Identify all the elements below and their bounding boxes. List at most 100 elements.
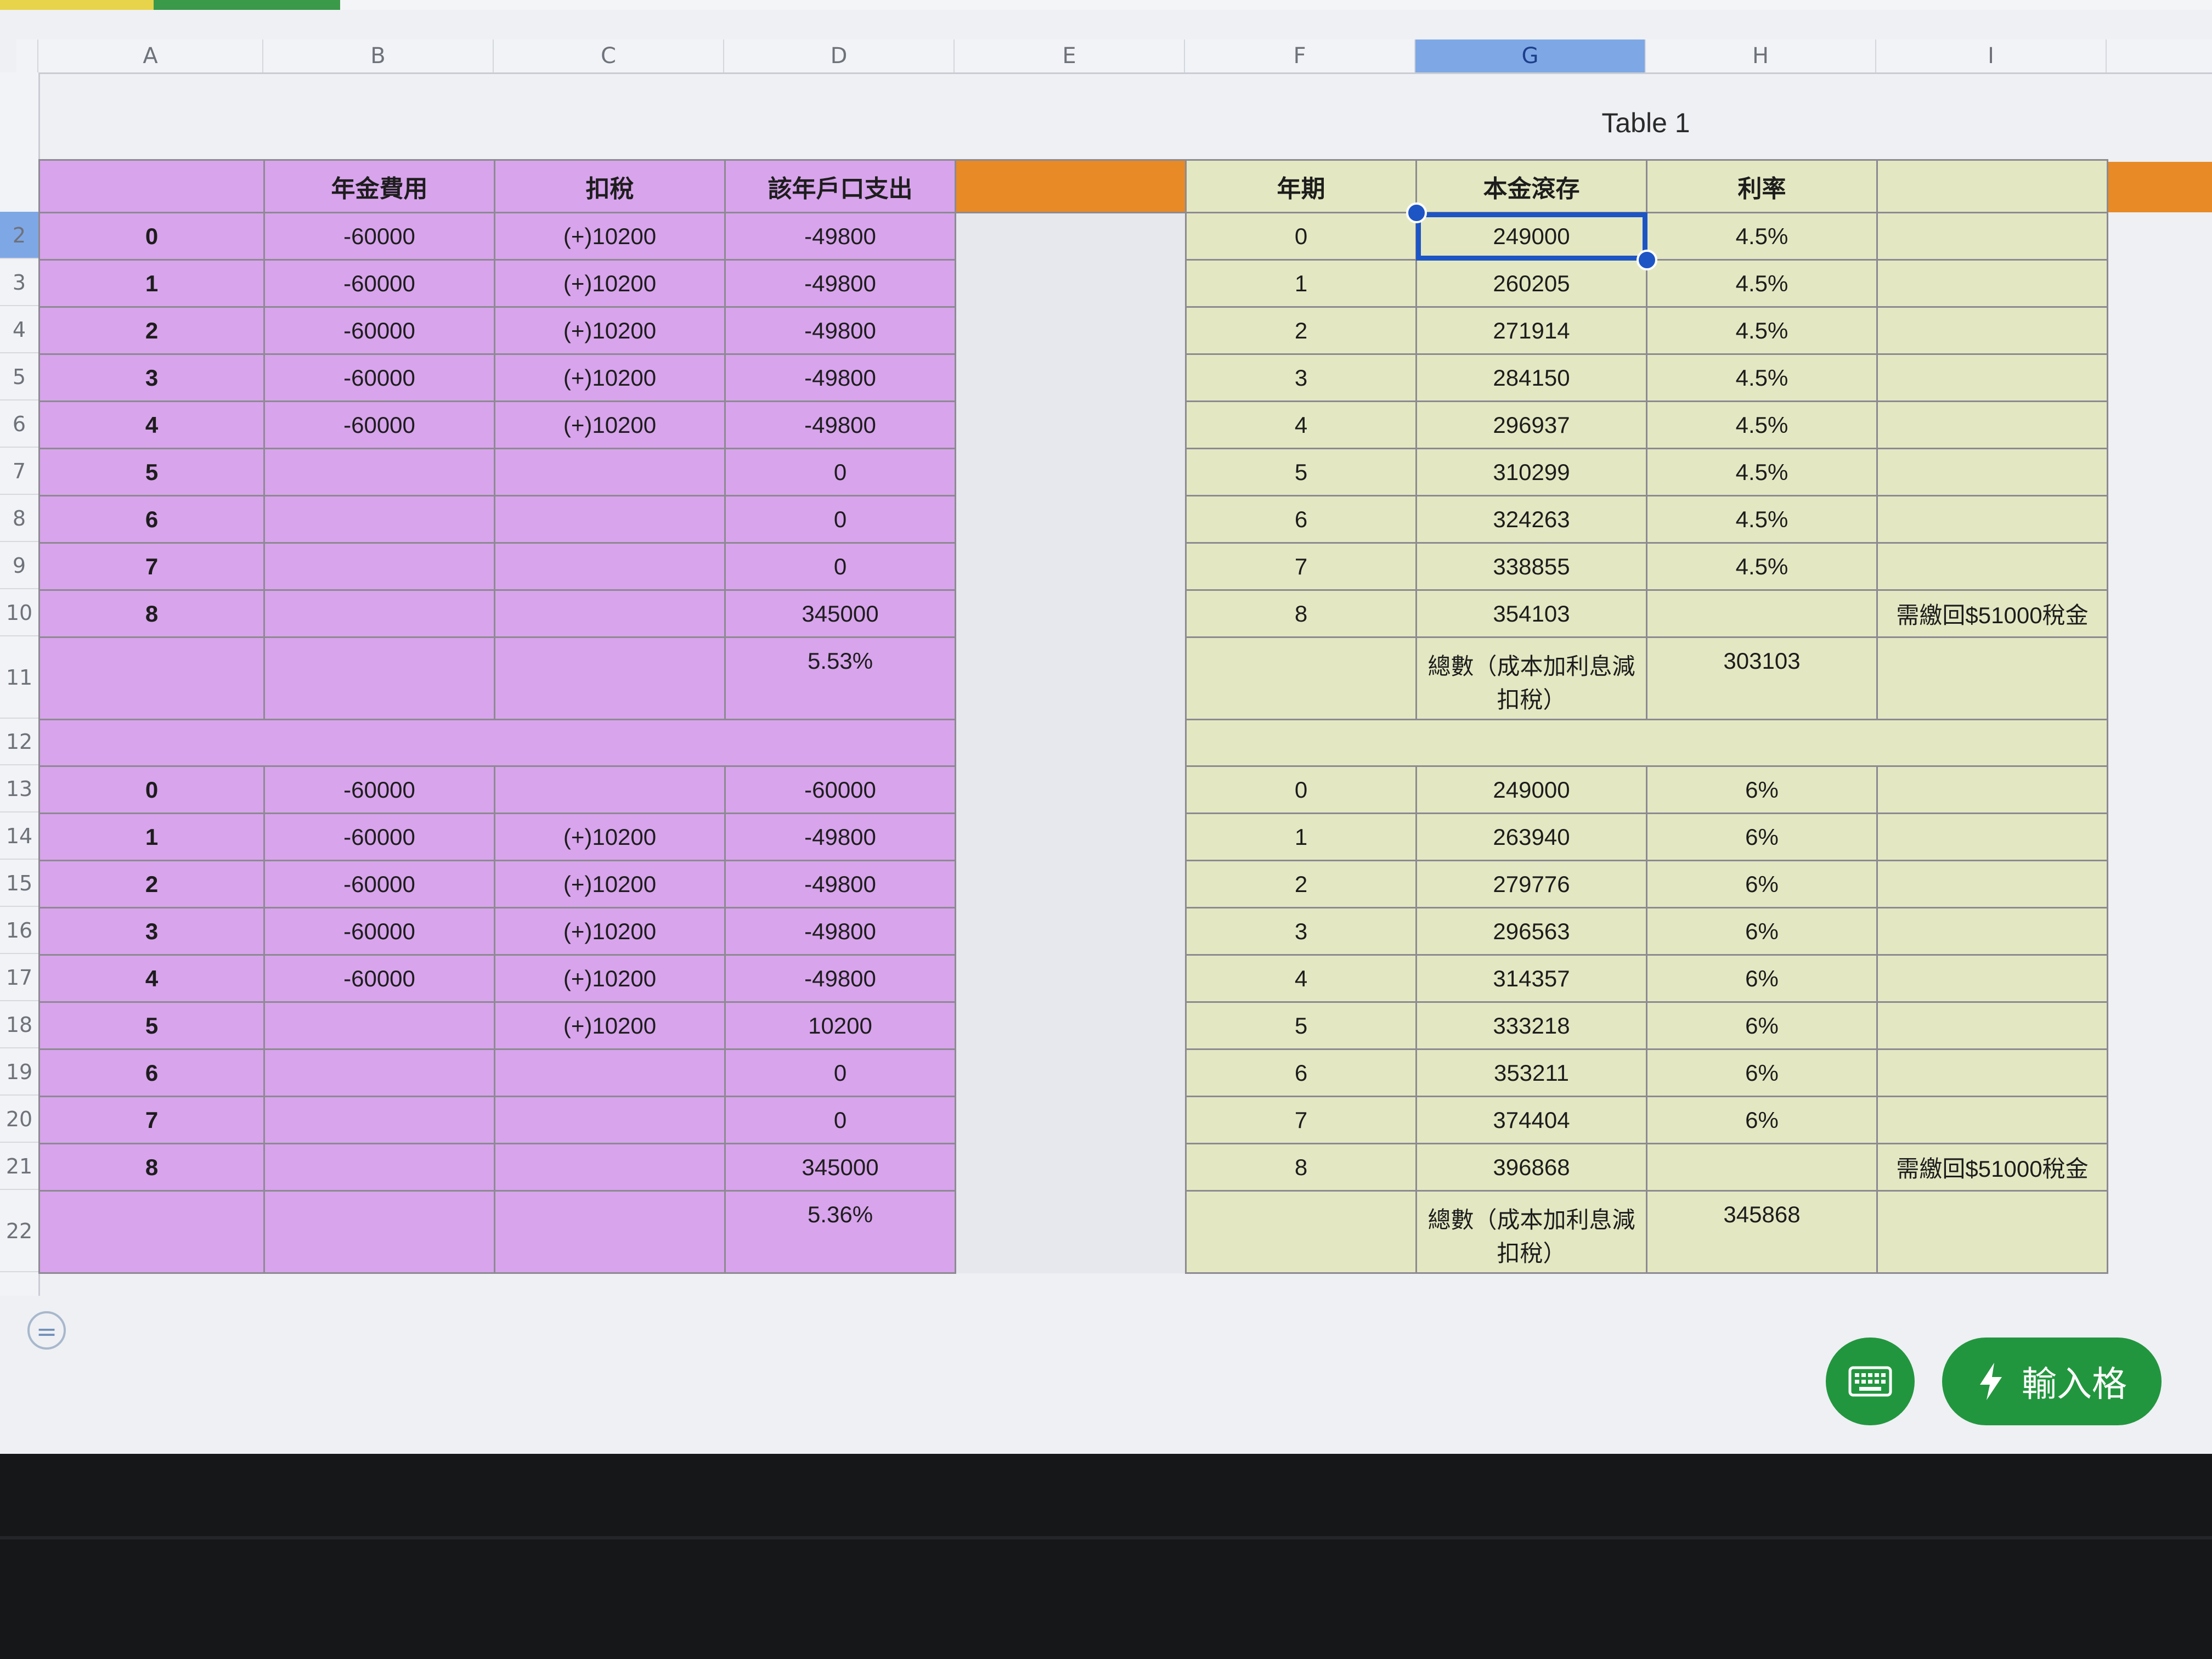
s2-principal-cell[interactable]: 396868 xyxy=(1415,1143,1647,1192)
s1-fee-cell[interactable]: -60000 xyxy=(263,212,495,261)
s2-rate-cell[interactable] xyxy=(1646,1143,1878,1192)
s2-empty-cell[interactable] xyxy=(955,1002,1187,1049)
s1-net-cell[interactable]: -49800 xyxy=(724,400,956,449)
s1-principal-cell[interactable]: 338855 xyxy=(1415,542,1647,591)
s2-year-cell[interactable]: 0 xyxy=(1185,765,1417,814)
s2-principal-cell[interactable]: 374404 xyxy=(1415,1096,1647,1144)
s1-note-cell[interactable] xyxy=(1876,542,2108,591)
s2-rate-cell[interactable]: 6% xyxy=(1646,765,1878,814)
row-header-2[interactable]: 2 xyxy=(0,212,38,259)
s1-summary-total[interactable]: 303103 xyxy=(1646,636,1878,720)
column-header-b[interactable]: B xyxy=(263,40,494,72)
header-note[interactable] xyxy=(1876,159,2108,213)
s2-tax-cell[interactable]: (+)10200 xyxy=(494,812,726,861)
s2-principal-cell[interactable]: 296563 xyxy=(1415,907,1647,956)
s1-year-cell[interactable]: 2 xyxy=(1185,306,1417,355)
table-title[interactable]: Table 1 xyxy=(1536,107,1756,139)
s1-tax-cell[interactable] xyxy=(494,495,726,544)
s1-note-cell[interactable] xyxy=(1876,495,2108,544)
s1-summary-tax[interactable] xyxy=(494,636,726,720)
keyboard-button[interactable] xyxy=(1826,1338,1915,1425)
s2-rate-cell[interactable]: 6% xyxy=(1646,907,1878,956)
s1-index-cell[interactable]: 2 xyxy=(38,306,265,355)
row-header-17[interactable]: 17 xyxy=(0,954,38,1001)
s2-index-cell[interactable]: 8 xyxy=(38,1143,265,1192)
header-annual-fee[interactable]: 年金費用 xyxy=(263,159,495,213)
header-principal[interactable]: 本金滾存 xyxy=(1415,159,1647,213)
s2-tax-cell[interactable] xyxy=(494,1048,726,1097)
row-header-6[interactable]: 6 xyxy=(0,400,38,448)
s2-empty-cell[interactable] xyxy=(955,1049,1187,1097)
s2-rate-cell[interactable]: 6% xyxy=(1646,1048,1878,1097)
row-header-13[interactable]: 13 xyxy=(0,765,38,812)
s2-net-cell[interactable]: 345000 xyxy=(724,1143,956,1192)
s2-summary-total[interactable]: 345868 xyxy=(1646,1190,1878,1274)
row-header-20[interactable]: 20 xyxy=(0,1096,38,1143)
s1-fee-cell[interactable]: -60000 xyxy=(263,353,495,402)
s1-note-cell[interactable] xyxy=(1876,353,2108,402)
s1-empty-cell[interactable] xyxy=(955,448,1187,496)
s1-empty-cell[interactable] xyxy=(955,212,1187,260)
s2-fee-cell[interactable] xyxy=(263,1143,495,1192)
s1-note-cell[interactable]: 需繳回$51000稅金 xyxy=(1876,589,2108,638)
s1-index-cell[interactable]: 8 xyxy=(38,589,265,638)
s2-net-cell[interactable]: -49800 xyxy=(724,812,956,861)
row-header-5[interactable]: 5 xyxy=(0,353,38,400)
s1-tax-cell[interactable] xyxy=(494,542,726,591)
s2-year-cell[interactable]: 8 xyxy=(1185,1143,1417,1192)
s2-note-cell[interactable] xyxy=(1876,1048,2108,1097)
column-header-g[interactable]: G xyxy=(1415,40,1646,72)
s1-index-cell[interactable]: 5 xyxy=(38,448,265,496)
s2-note-cell[interactable] xyxy=(1876,954,2108,1003)
s1-rate-cell[interactable] xyxy=(1646,589,1878,638)
s2-note-cell[interactable] xyxy=(1876,1096,2108,1144)
s2-fee-cell[interactable]: -60000 xyxy=(263,812,495,861)
s2-empty-cell[interactable] xyxy=(955,766,1187,814)
s2-summary-label[interactable]: 總數（成本加利息減扣稅） xyxy=(1415,1190,1647,1274)
s2-index-cell[interactable]: 4 xyxy=(38,954,265,1003)
s2-rate-cell[interactable]: 6% xyxy=(1646,860,1878,909)
s2-index-cell[interactable]: 3 xyxy=(38,907,265,956)
s1-fee-cell[interactable]: -60000 xyxy=(263,400,495,449)
s2-net-cell[interactable]: 0 xyxy=(724,1048,956,1097)
s2-net-cell[interactable]: 0 xyxy=(724,1096,956,1144)
s2-index-cell[interactable]: 2 xyxy=(38,860,265,909)
s1-net-cell[interactable]: 0 xyxy=(724,448,956,496)
s2-empty-cell[interactable] xyxy=(955,1143,1187,1191)
s2-empty-cell[interactable] xyxy=(955,907,1187,955)
s1-tax-cell[interactable] xyxy=(494,589,726,638)
s1-summary-label[interactable]: 總數（成本加利息減扣稅） xyxy=(1415,636,1647,720)
s1-net-cell[interactable]: -49800 xyxy=(724,306,956,355)
s2-summary-index[interactable] xyxy=(38,1190,265,1274)
s2-net-cell[interactable]: -60000 xyxy=(724,765,956,814)
s1-empty-cell[interactable] xyxy=(955,307,1187,354)
s1-net-cell[interactable]: -49800 xyxy=(724,353,956,402)
s2-tax-cell[interactable]: (+)10200 xyxy=(494,860,726,909)
s1-tax-cell[interactable]: (+)10200 xyxy=(494,353,726,402)
s1-net-cell[interactable]: 0 xyxy=(724,495,956,544)
s2-note-cell[interactable]: 需繳回$51000稅金 xyxy=(1876,1143,2108,1192)
s1-tax-cell[interactable] xyxy=(494,448,726,496)
s2-fee-cell[interactable]: -60000 xyxy=(263,765,495,814)
s1-index-cell[interactable]: 7 xyxy=(38,542,265,591)
s1-summary-return[interactable]: 5.53% xyxy=(724,636,956,720)
s2-note-cell[interactable] xyxy=(1876,1001,2108,1050)
s1-principal-cell[interactable]: 296937 xyxy=(1415,400,1647,449)
s2-summary-empty[interactable] xyxy=(955,1190,1187,1273)
column-header-c[interactable]: C xyxy=(494,40,724,72)
s1-year-cell[interactable]: 7 xyxy=(1185,542,1417,591)
s2-tax-cell[interactable] xyxy=(494,765,726,814)
s1-note-cell[interactable] xyxy=(1876,212,2108,261)
s1-rate-cell[interactable]: 4.5% xyxy=(1646,212,1878,261)
s1-fee-cell[interactable]: -60000 xyxy=(263,306,495,355)
header-year[interactable]: 年期 xyxy=(1185,159,1417,213)
s1-index-cell[interactable]: 4 xyxy=(38,400,265,449)
s2-year-cell[interactable]: 6 xyxy=(1185,1048,1417,1097)
s2-index-cell[interactable]: 5 xyxy=(38,1001,265,1050)
s1-year-cell[interactable]: 4 xyxy=(1185,400,1417,449)
enter-cell-button[interactable]: 輸入格 xyxy=(1942,1338,2162,1425)
s1-summary-fee[interactable] xyxy=(263,636,495,720)
row-header-10[interactable]: 10 xyxy=(0,589,38,636)
column-header-d[interactable]: D xyxy=(724,40,955,72)
s2-principal-cell[interactable]: 279776 xyxy=(1415,860,1647,909)
